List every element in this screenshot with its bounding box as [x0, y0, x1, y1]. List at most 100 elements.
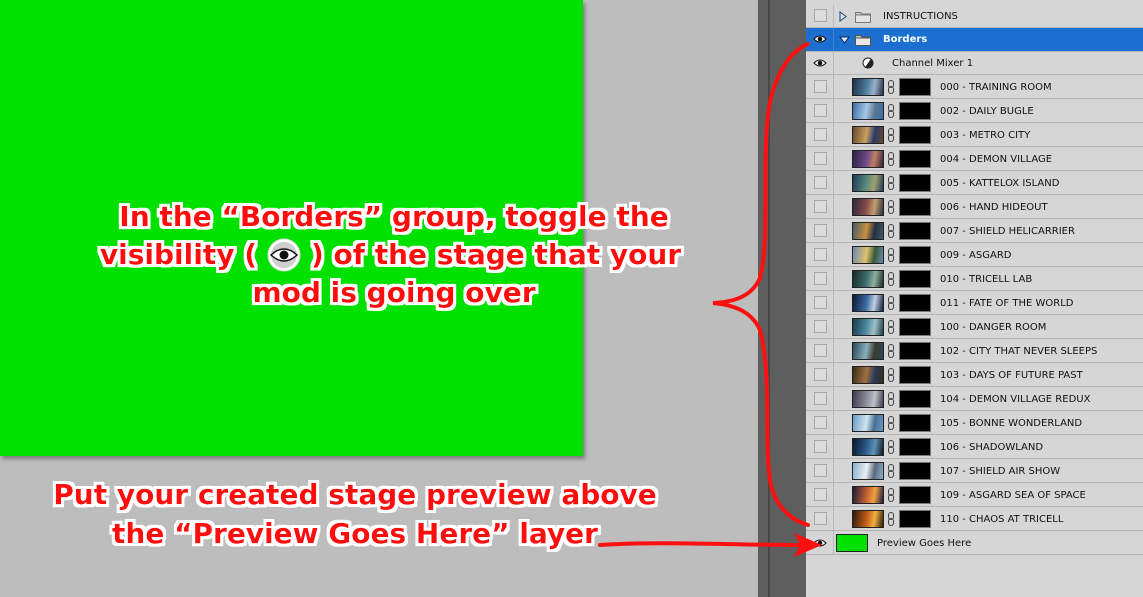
layer-mask-thumbnail[interactable]	[899, 366, 931, 384]
link-chain-icon[interactable]	[887, 344, 895, 358]
link-chain-icon[interactable]	[887, 80, 895, 94]
visibility-toggle[interactable]	[814, 368, 827, 381]
layer-mask-thumbnail[interactable]	[899, 198, 931, 216]
eye-icon[interactable]	[813, 58, 827, 68]
eye-icon[interactable]	[813, 34, 827, 44]
document-canvas[interactable]	[0, 0, 583, 456]
visibility-toggle[interactable]	[814, 272, 827, 285]
layer-name: 100 - DANGER ROOM	[940, 322, 1047, 333]
link-chain-icon[interactable]	[887, 392, 895, 406]
visibility-toggle[interactable]	[814, 464, 827, 477]
stage-layer-row[interactable]: 109 - ASGARD SEA OF SPACE	[806, 483, 1143, 507]
stage-layer-row[interactable]: 006 - HAND HIDEOUT	[806, 195, 1143, 219]
stage-layer-row[interactable]: 102 - CITY THAT NEVER SLEEPS	[806, 339, 1143, 363]
stage-layer-row[interactable]: 005 - KATTELOX ISLAND	[806, 171, 1143, 195]
layer-mask-thumbnail[interactable]	[899, 318, 931, 336]
layer-name: 006 - HAND HIDEOUT	[940, 202, 1048, 213]
visibility-toggle[interactable]	[814, 176, 827, 189]
stage-layer-row[interactable]: 010 - TRICELL LAB	[806, 267, 1143, 291]
link-chain-icon[interactable]	[887, 464, 895, 478]
layer-mask-thumbnail[interactable]	[899, 246, 931, 264]
layer-thumbnail	[852, 318, 884, 336]
layer-mask-thumbnail[interactable]	[899, 78, 931, 96]
visibility-toggle[interactable]	[814, 128, 827, 141]
layer-mask-thumbnail[interactable]	[899, 126, 931, 144]
stage-layer-row[interactable]: 103 - DAYS OF FUTURE PAST	[806, 363, 1143, 387]
layer-name: 104 - DEMON VILLAGE REDUX	[940, 394, 1091, 405]
visibility-column	[806, 483, 834, 506]
eye-icon[interactable]	[813, 538, 827, 548]
stage-layer-row[interactable]: 009 - ASGARD	[806, 243, 1143, 267]
stage-layer-row[interactable]: 004 - DEMON VILLAGE	[806, 147, 1143, 171]
visibility-toggle[interactable]	[814, 248, 827, 261]
stage-layer-row[interactable]: 100 - DANGER ROOM	[806, 315, 1143, 339]
link-chain-icon[interactable]	[887, 440, 895, 454]
link-chain-icon[interactable]	[887, 224, 895, 238]
link-chain-icon[interactable]	[887, 200, 895, 214]
link-chain-icon[interactable]	[887, 152, 895, 166]
visibility-toggle[interactable]	[814, 344, 827, 357]
layer-mask-thumbnail[interactable]	[899, 486, 931, 504]
layer-mask-thumbnail[interactable]	[899, 342, 931, 360]
visibility-toggle[interactable]	[814, 440, 827, 453]
layer-group-instructions[interactable]: INSTRUCTIONS	[806, 5, 1143, 28]
visibility-toggle[interactable]	[814, 512, 827, 525]
layer-thumbnail	[852, 270, 884, 288]
link-chain-icon[interactable]	[887, 296, 895, 310]
visibility-toggle[interactable]	[814, 9, 827, 22]
visibility-toggle[interactable]	[814, 104, 827, 117]
link-chain-icon[interactable]	[887, 512, 895, 526]
visibility-toggle[interactable]	[814, 80, 827, 93]
stage-layer-row[interactable]: 007 - SHIELD HELICARRIER	[806, 219, 1143, 243]
layer-thumbnail	[852, 438, 884, 456]
stage-layer-row[interactable]: 104 - DEMON VILLAGE REDUX	[806, 387, 1143, 411]
link-chain-icon[interactable]	[887, 488, 895, 502]
visibility-toggle[interactable]	[814, 152, 827, 165]
layer-name: 110 - CHAOS AT TRICELL	[940, 514, 1064, 525]
layer-preview-goes-here[interactable]: Preview Goes Here	[806, 531, 1143, 555]
visibility-column	[806, 52, 834, 74]
visibility-toggle[interactable]	[814, 416, 827, 429]
layer-mask-thumbnail[interactable]	[899, 510, 931, 528]
stage-layer-row[interactable]: 011 - FATE OF THE WORLD	[806, 291, 1143, 315]
stage-layer-row[interactable]: 105 - BONNE WONDERLAND	[806, 411, 1143, 435]
link-chain-icon[interactable]	[887, 368, 895, 382]
visibility-toggle[interactable]	[814, 296, 827, 309]
layer-group-borders[interactable]: Borders	[806, 28, 1143, 52]
layer-mask-thumbnail[interactable]	[899, 174, 931, 192]
layer-thumbnail	[852, 342, 884, 360]
visibility-toggle[interactable]	[814, 224, 827, 237]
layer-mask-thumbnail[interactable]	[899, 270, 931, 288]
layer-mask-thumbnail[interactable]	[899, 438, 931, 456]
visibility-toggle[interactable]	[814, 200, 827, 213]
layer-name: 010 - TRICELL LAB	[940, 274, 1033, 285]
layer-mask-thumbnail[interactable]	[899, 294, 931, 312]
visibility-toggle[interactable]	[814, 320, 827, 333]
layer-mask-thumbnail[interactable]	[899, 390, 931, 408]
stage-layer-row[interactable]: 003 - METRO CITY	[806, 123, 1143, 147]
layer-mask-thumbnail[interactable]	[899, 414, 931, 432]
link-chain-icon[interactable]	[887, 176, 895, 190]
link-chain-icon[interactable]	[887, 416, 895, 430]
stage-layer-row[interactable]: 000 - TRAINING ROOM	[806, 75, 1143, 99]
stage-layer-row[interactable]: 110 - CHAOS AT TRICELL	[806, 507, 1143, 531]
disclosure-triangle-down-icon[interactable]	[839, 36, 850, 44]
folder-icon	[855, 12, 871, 23]
link-chain-icon[interactable]	[887, 128, 895, 142]
stage-layer-row[interactable]: 107 - SHIELD AIR SHOW	[806, 459, 1143, 483]
disclosure-triangle-right-icon[interactable]	[839, 11, 847, 22]
layer-mask-thumbnail[interactable]	[899, 150, 931, 168]
layer-mask-thumbnail[interactable]	[899, 102, 931, 120]
layer-mask-thumbnail[interactable]	[899, 462, 931, 480]
stage-layer-row[interactable]: 002 - DAILY BUGLE	[806, 99, 1143, 123]
link-chain-icon[interactable]	[887, 248, 895, 262]
layer-channel-mixer[interactable]: Channel Mixer 1	[806, 52, 1143, 75]
layer-mask-thumbnail[interactable]	[899, 222, 931, 240]
stage-layer-row[interactable]: 106 - SHADOWLAND	[806, 435, 1143, 459]
visibility-toggle[interactable]	[814, 392, 827, 405]
link-chain-icon[interactable]	[887, 320, 895, 334]
link-chain-icon[interactable]	[887, 272, 895, 286]
link-chain-icon[interactable]	[887, 104, 895, 118]
layer-thumbnail	[852, 510, 884, 528]
visibility-toggle[interactable]	[814, 488, 827, 501]
